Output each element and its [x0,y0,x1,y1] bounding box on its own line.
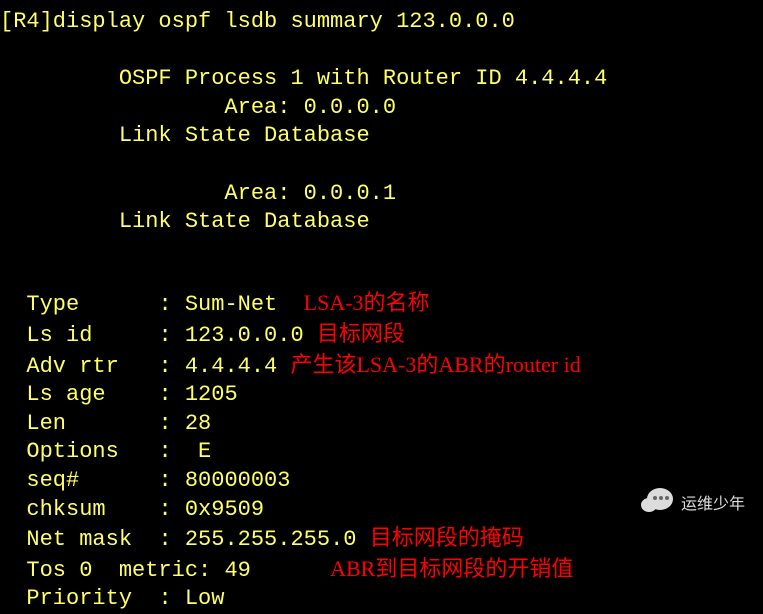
annotation-advrtr: 产生该LSA-3的ABR的router id [290,352,580,377]
field-advrtr: Adv rtr : 4.4.4.4 产生该LSA-3的ABR的router id [0,351,763,382]
field-lsage: Ls age : 1205 [0,381,763,410]
lsdb-1: Link State Database [0,208,763,237]
field-options: Options : E [0,438,763,467]
annotation-tos: ABR到目标网段的开销值 [330,556,573,581]
field-type: Type : Sum-Net LSA-3的名称 [0,289,763,320]
field-netmask: Net mask : 255.255.255.0 目标网段的掩码 [0,524,763,555]
watermark: 运维少年 [641,488,745,516]
area-0: Area: 0.0.0.0 [0,94,763,123]
wechat-icon [641,488,675,516]
annotation-lsid: 目标网段 [317,321,405,346]
command-prompt: [R4]display ospf lsdb summary 123.0.0.0 [0,8,763,37]
area-1: Area: 0.0.0.1 [0,180,763,209]
field-priority: Priority : Low [0,585,763,614]
field-tos: Tos 0 metric: 49 ABR到目标网段的开销值 [0,555,763,586]
process-header: OSPF Process 1 with Router ID 4.4.4.4 [0,65,763,94]
annotation-type: LSA-3的名称 [304,290,430,315]
blank [0,37,763,66]
watermark-text: 运维少年 [681,490,745,514]
annotation-netmask: 目标网段的掩码 [370,525,524,550]
blank [0,151,763,180]
field-lsid: Ls id : 123.0.0.0 目标网段 [0,320,763,351]
field-len: Len : 28 [0,410,763,439]
blank [0,261,763,290]
lsdb-0: Link State Database [0,122,763,151]
